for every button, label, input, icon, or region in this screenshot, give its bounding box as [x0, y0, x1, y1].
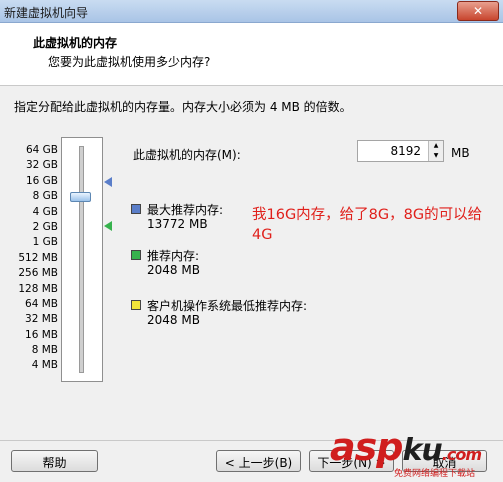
watermark-logo: aspku.com	[330, 425, 482, 469]
legend-min-label: 客户机操作系统最低推荐内存:	[147, 299, 308, 313]
scale-label: 8 MB	[31, 344, 58, 357]
green-square-icon	[131, 250, 141, 260]
slider-thumb[interactable]	[70, 192, 91, 202]
memory-scale-labels: 64 GB 32 GB 16 GB 8 GB 4 GB 2 GB 1 GB 51…	[18, 143, 58, 374]
wizard-header: 此虚拟机的内存 您要为此虚拟机使用多少内存?	[0, 23, 503, 86]
blue-square-icon	[131, 204, 141, 214]
scale-label: 512 MB	[18, 251, 58, 264]
legend-max-label: 最大推荐内存:	[147, 203, 224, 217]
yellow-square-icon	[131, 300, 141, 310]
window-title: 新建虚拟机向导	[4, 6, 89, 20]
watermark-brand-a: asp	[330, 425, 403, 469]
legend-min-value: 2048 MB	[147, 313, 200, 327]
memory-spinbox[interactable]: ▲ ▼	[357, 140, 444, 162]
legend-recommended-label: 推荐内存:	[147, 249, 200, 263]
watermark-suffix: .com	[441, 445, 482, 464]
slider-track[interactable]	[79, 146, 84, 373]
scale-label: 32 GB	[25, 159, 58, 172]
scale-label: 64 MB	[25, 297, 58, 310]
max-recommended-marker-icon	[104, 177, 112, 187]
spin-down-button[interactable]: ▼	[428, 151, 443, 161]
scale-label: 4 MB	[31, 359, 58, 372]
page-subtitle: 您要为此虚拟机使用多少内存?	[48, 55, 211, 69]
scale-label: 4 GB	[32, 205, 58, 218]
watermark-subtitle: 免费网络编程下载站	[394, 469, 476, 479]
memory-input[interactable]	[358, 141, 425, 161]
legend-recommended-value: 2048 MB	[147, 263, 200, 277]
back-button[interactable]: < 上一步(B)	[216, 450, 301, 472]
user-annotation: 我16G内存，给了8G，8G的可以给4G	[252, 207, 483, 243]
scale-label: 256 MB	[18, 267, 58, 280]
memory-slider[interactable]	[61, 137, 103, 382]
scale-label: 128 MB	[18, 282, 58, 295]
help-button[interactable]: 帮助	[11, 450, 98, 472]
scale-label: 64 GB	[25, 144, 58, 156]
recommended-marker-icon	[104, 221, 112, 231]
close-button[interactable]: ✕	[457, 1, 499, 21]
scale-label: 16 MB	[25, 328, 58, 341]
legend-max-value: 13772 MB	[147, 217, 208, 231]
memory-field-label: 此虚拟机的内存(M):	[133, 148, 241, 162]
scale-label: 2 GB	[32, 220, 58, 233]
scale-label: 32 MB	[25, 313, 58, 326]
page-title: 此虚拟机的内存	[33, 36, 118, 50]
scale-label: 8 GB	[32, 190, 58, 203]
title-bar: 新建虚拟机向导 ✕	[0, 0, 503, 23]
scale-label: 16 GB	[25, 174, 58, 187]
watermark-brand-b: ku	[402, 433, 442, 468]
scale-label: 1 GB	[32, 236, 58, 249]
memory-unit: MB	[451, 146, 470, 160]
instruction-text: 指定分配给此虚拟机的内存量。内存大小必须为 4 MB 的倍数。	[14, 100, 352, 114]
